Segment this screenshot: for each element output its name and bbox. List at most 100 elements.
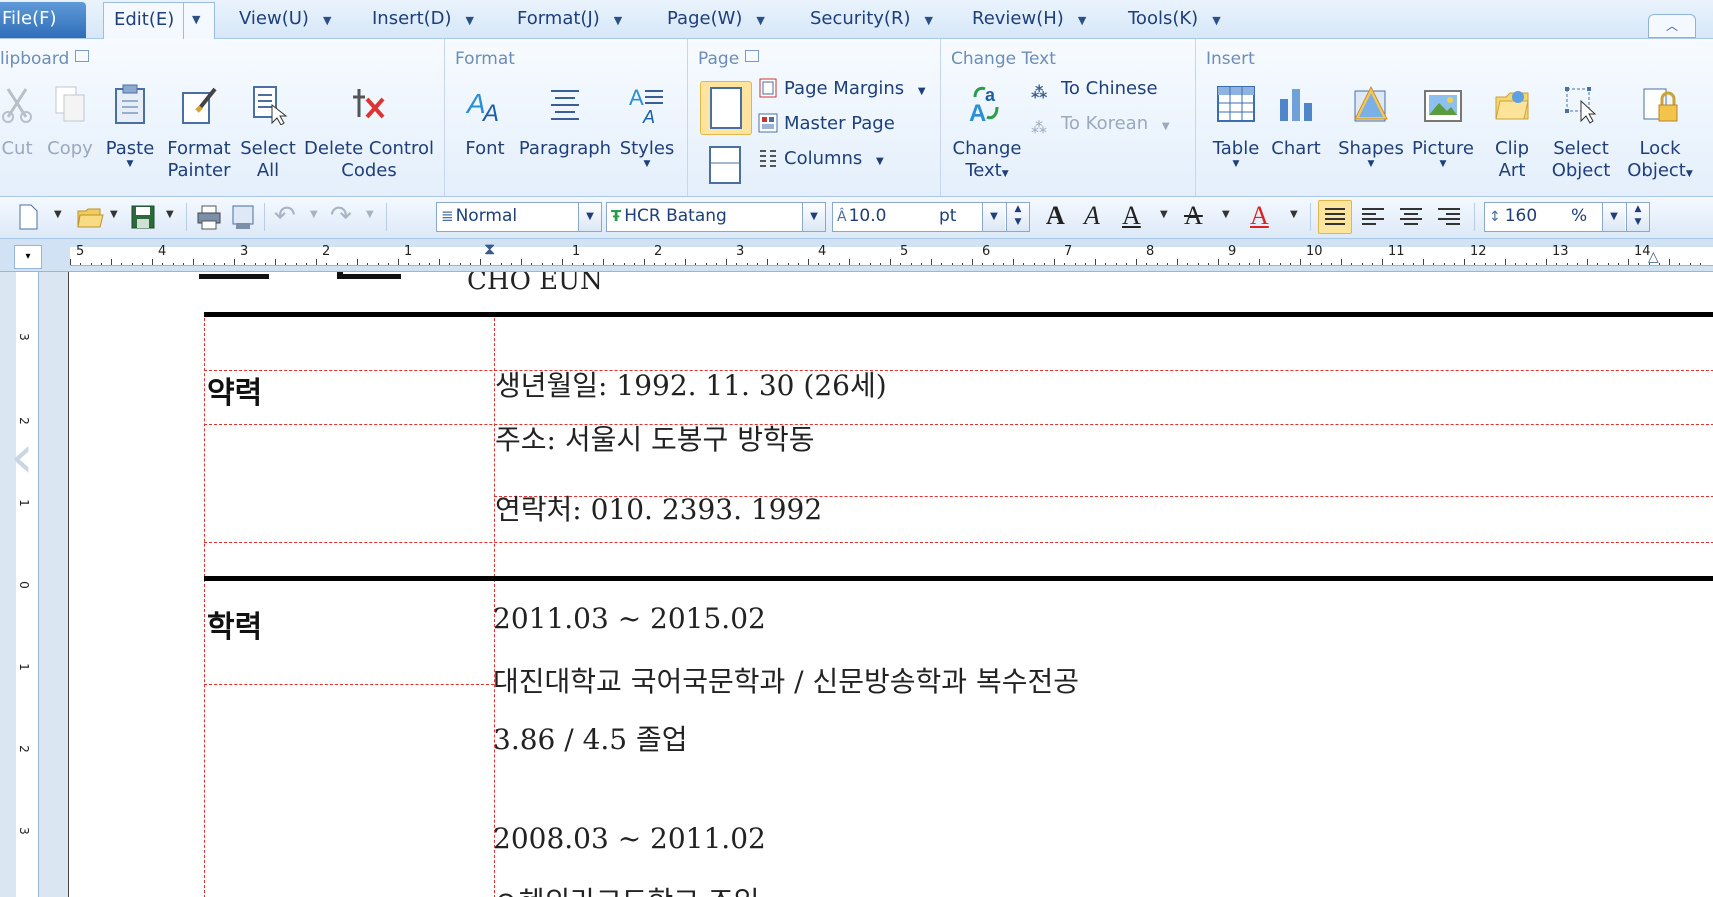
menu-page[interactable]: Page(W) ▼: [667, 8, 765, 29]
picture-button[interactable]: Picture ▼: [1410, 83, 1476, 169]
save-icon[interactable]: [130, 203, 156, 231]
document-canvas[interactable]: CHO EUN 약력 생년월일: 1992. 11. 30 (26세) 주소: …: [69, 272, 1713, 897]
ruler-tick: [275, 259, 276, 265]
delete-control-codes-button[interactable]: Delete Control Codes: [304, 83, 434, 182]
page-view-button[interactable]: [700, 81, 752, 135]
clip-art-button[interactable]: Clip Art: [1490, 83, 1534, 182]
bold-icon[interactable]: A: [1046, 201, 1065, 231]
ruler-tick: [593, 263, 594, 265]
chevron-left-icon[interactable]: ‹: [10, 422, 34, 492]
font-button[interactable]: AA Font: [459, 83, 511, 160]
chevron-down-icon[interactable]: ▼: [1602, 203, 1625, 231]
font-size-stepper[interactable]: ▲ ▼: [1006, 203, 1029, 231]
chevron-down-icon: ▼: [1161, 121, 1170, 132]
font-size-input[interactable]: Â 10.0 pt ▼ ▲ ▼: [832, 202, 1030, 232]
change-text-button[interactable]: aA Change Text▼: [951, 83, 1023, 185]
format-painter-label-2: Painter: [167, 160, 231, 181]
underline-icon[interactable]: A: [1122, 201, 1141, 231]
font-select[interactable]: Ŧ HCR Batang ▼: [606, 202, 826, 232]
columns-button[interactable]: Columns ▼: [758, 148, 884, 169]
align-center-icon[interactable]: [1396, 201, 1426, 231]
chevron-down-icon: ▼: [1367, 159, 1375, 169]
menu-bar: File(F) Edit(E) ▼ View(U) ▼ Insert(D) ▼ Fo…: [0, 0, 1713, 40]
strikethrough-icon[interactable]: A: [1184, 201, 1203, 231]
lock-object-button[interactable]: Lock Object▼: [1622, 83, 1698, 185]
paragraph-button[interactable]: Paragraph: [517, 83, 613, 160]
chart-button[interactable]: Chart: [1270, 83, 1322, 160]
chevron-down-icon[interactable]: ▼: [310, 209, 318, 220]
paste-button[interactable]: Paste ▼: [104, 83, 156, 169]
print-preview-icon[interactable]: [230, 203, 256, 231]
chevron-down-icon[interactable]: ▼: [110, 209, 118, 220]
chevron-down-icon[interactable]: ▼: [192, 13, 200, 26]
menu-review[interactable]: Review(H) ▼: [972, 8, 1086, 29]
format-toolbar: ▼ ▼ ▼ ↶ ▼ ↷ ▼ ≣ Normal ▼ Ŧ HCR Batang ▼ Â1…: [0, 197, 1713, 239]
edit-tab[interactable]: Edit(E) ▼: [103, 2, 215, 40]
ruler-tick: [398, 259, 399, 265]
font-color-icon[interactable]: A: [1250, 201, 1269, 231]
master-page-button[interactable]: Master Page: [758, 113, 895, 134]
chevron-down-icon[interactable]: ▼: [578, 203, 601, 231]
ruler-strip: 5 4 3 2 1 1 2 3 4 5 6 7 8 9 10 11 12 13 …: [70, 239, 1713, 266]
chevron-down-icon[interactable]: ▼: [366, 209, 374, 220]
chevron-down-icon[interactable]: ▼: [166, 209, 174, 220]
menu-tools[interactable]: Tools(K) ▼: [1128, 8, 1221, 29]
shapes-button[interactable]: Shapes ▼: [1338, 83, 1404, 169]
print-icon[interactable]: [196, 203, 222, 231]
undo-icon[interactable]: ↶: [274, 201, 296, 231]
new-document-icon[interactable]: [16, 203, 40, 231]
ruler-tick: [1659, 263, 1660, 265]
select-object-button[interactable]: Select Object: [1548, 83, 1614, 182]
chevron-down-icon[interactable]: ▼: [1222, 209, 1230, 220]
styles-label: Styles: [619, 138, 675, 159]
copy-button[interactable]: Copy: [44, 83, 96, 160]
ruler-tick: [1444, 263, 1445, 265]
line-spacing-stepper[interactable]: ▲ ▼: [1626, 203, 1649, 231]
styles-button[interactable]: AA Styles ▼: [617, 83, 677, 169]
format-painter-button[interactable]: Format Painter: [166, 83, 232, 182]
tab-type-selector[interactable]: ▾: [14, 245, 42, 269]
file-menu[interactable]: File(F): [0, 2, 86, 38]
menu-format[interactable]: Format(J) ▼: [517, 8, 622, 29]
chevron-down-icon: ▼: [1001, 169, 1009, 179]
chevron-down-icon[interactable]: ▼: [54, 209, 62, 220]
line-spacing-input[interactable]: ↕ 160 % ▼ ▲ ▼: [1484, 202, 1650, 232]
chevron-down-icon[interactable]: ▼: [982, 203, 1005, 231]
table-button[interactable]: Table ▼: [1210, 83, 1262, 169]
vertical-ruler[interactable]: 3 2 1 0 1 2 3 ‹: [0, 272, 69, 897]
indent-marker-icon[interactable]: ⧗: [484, 239, 495, 259]
hangul-convert-icon: ⁂: [1031, 118, 1047, 137]
dialog-launcher-icon[interactable]: [75, 50, 90, 62]
select-object-label-1: Select: [1553, 138, 1609, 159]
chevron-down-icon[interactable]: ▼: [802, 203, 825, 231]
chevron-down-icon: ▼: [643, 159, 651, 169]
to-korean-button[interactable]: ⁂ To Korean ▼: [1031, 113, 1170, 138]
horizontal-ruler[interactable]: ▾ 5 4 3 2 1 1 2 3 4 5 6 7 8 9 10 11 12 1…: [0, 239, 1713, 272]
collapse-ribbon-button[interactable]: ︿: [1648, 14, 1696, 38]
open-folder-icon[interactable]: [76, 203, 104, 231]
italic-icon[interactable]: A: [1084, 201, 1100, 231]
chevron-down-icon[interactable]: ▼: [1290, 209, 1298, 220]
cut-button[interactable]: Cut: [0, 83, 34, 160]
page-setup-button[interactable]: [700, 143, 750, 187]
ruler-tick: [173, 263, 174, 265]
menu-view[interactable]: View(U) ▼: [239, 8, 331, 29]
dialog-launcher-icon[interactable]: [745, 50, 760, 62]
chevron-down-icon[interactable]: ▼: [1160, 209, 1168, 220]
ruler-tick: [982, 263, 983, 265]
menu-security[interactable]: Security(R) ▼: [810, 8, 933, 29]
ruler-tick: [952, 263, 953, 265]
align-right-icon[interactable]: [1434, 201, 1464, 231]
scissors-icon: [2, 88, 32, 123]
style-select[interactable]: ≣ Normal ▼: [436, 202, 602, 232]
clip-art-icon: [1495, 91, 1529, 120]
menu-insert[interactable]: Insert(D) ▼: [372, 8, 474, 29]
align-left-icon[interactable]: [1358, 201, 1388, 231]
to-chinese-button[interactable]: ⁂ To Chinese: [1031, 78, 1158, 103]
page-margins-button[interactable]: Page Margins ▼: [758, 78, 926, 99]
ruler-tick: [1198, 263, 1199, 265]
redo-icon[interactable]: ↷: [330, 201, 352, 231]
justify-button[interactable]: [1318, 200, 1352, 234]
ruler-tick: [306, 263, 307, 265]
select-all-button[interactable]: Select All: [240, 83, 296, 182]
